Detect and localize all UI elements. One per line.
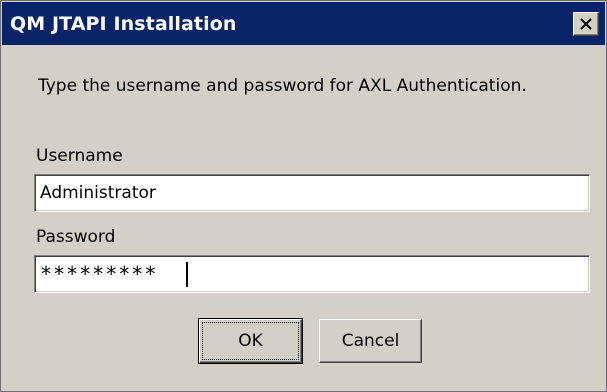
username-label: Username xyxy=(36,146,123,166)
title-bar[interactable]: QM JTAPI Installation xyxy=(2,2,605,45)
username-field[interactable]: Administrator xyxy=(34,174,590,212)
username-value: Administrator xyxy=(40,183,156,203)
close-x-icon xyxy=(580,18,592,30)
ok-button-label: OK xyxy=(238,331,263,351)
ok-button[interactable]: OK xyxy=(198,318,303,364)
password-label: Password xyxy=(36,227,116,247)
text-caret xyxy=(186,262,188,287)
password-field[interactable]: ********* xyxy=(34,255,590,293)
window-title: QM JTAPI Installation xyxy=(10,13,237,35)
close-button[interactable] xyxy=(573,12,599,36)
dialog-window: QM JTAPI Installation Type the username … xyxy=(0,0,607,392)
cancel-button-label: Cancel xyxy=(341,331,400,351)
password-value: ********* xyxy=(40,262,158,286)
cancel-button[interactable]: Cancel xyxy=(319,319,422,363)
instruction-text: Type the username and password for AXL A… xyxy=(38,76,527,96)
